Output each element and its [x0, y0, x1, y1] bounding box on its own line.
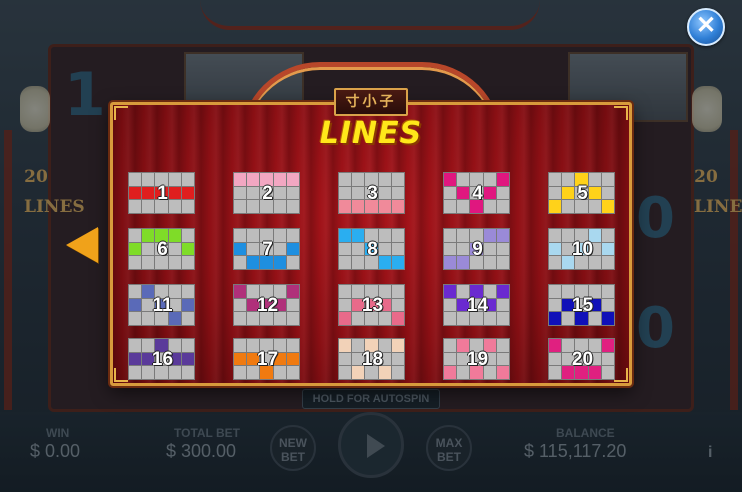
payline-number: 14: [466, 295, 489, 316]
payline-15: 15: [548, 284, 615, 326]
payline-number: 7: [262, 239, 273, 260]
payline-3: 3: [338, 172, 405, 214]
payline-18: 18: [338, 338, 405, 380]
corner-ornament: [614, 106, 628, 120]
page-title: LINES: [319, 116, 423, 151]
payline-number: 15: [571, 295, 594, 316]
corner-ornament: [114, 106, 128, 120]
payline-number: 11: [152, 295, 173, 316]
payline-17: 17: [233, 338, 300, 380]
payline-number: 3: [367, 183, 378, 204]
payline-20: 20: [548, 338, 615, 380]
payline-number: 10: [571, 239, 594, 260]
close-icon[interactable]: ✕: [687, 8, 725, 46]
payline-number: 8: [367, 239, 378, 260]
payline-10: 10: [548, 228, 615, 270]
payline-19: 19: [443, 338, 510, 380]
payline-number: 4: [472, 183, 483, 204]
payline-11: 11: [128, 284, 195, 326]
payline-2: 2: [233, 172, 300, 214]
payline-9: 9: [443, 228, 510, 270]
payline-number: 12: [256, 295, 279, 316]
payline-number: 5: [577, 183, 588, 204]
payline-number: 6: [157, 239, 168, 260]
payline-16: 16: [128, 338, 195, 380]
arrow-left-icon[interactable]: [66, 227, 98, 263]
payline-number: 9: [472, 239, 483, 260]
payline-number: 13: [361, 295, 384, 316]
payline-number: 17: [256, 349, 279, 370]
payline-5: 5: [548, 172, 615, 214]
payline-number: 2: [262, 183, 273, 204]
payline-6: 6: [128, 228, 195, 270]
payline-number: 20: [571, 349, 594, 370]
payline-7: 7: [233, 228, 300, 270]
payline-number: 18: [361, 349, 384, 370]
corner-ornament: [114, 368, 128, 382]
payline-13: 13: [338, 284, 405, 326]
payline-14: 14: [443, 284, 510, 326]
payline-8: 8: [338, 228, 405, 270]
payline-number: 1: [157, 183, 168, 204]
payline-12: 12: [233, 284, 300, 326]
payline-1: 1: [128, 172, 195, 214]
game-sign: 寸小子: [334, 88, 408, 116]
payline-4: 4: [443, 172, 510, 214]
payline-number: 19: [466, 349, 489, 370]
payline-number: 16: [151, 349, 174, 370]
corner-ornament: [614, 368, 628, 382]
